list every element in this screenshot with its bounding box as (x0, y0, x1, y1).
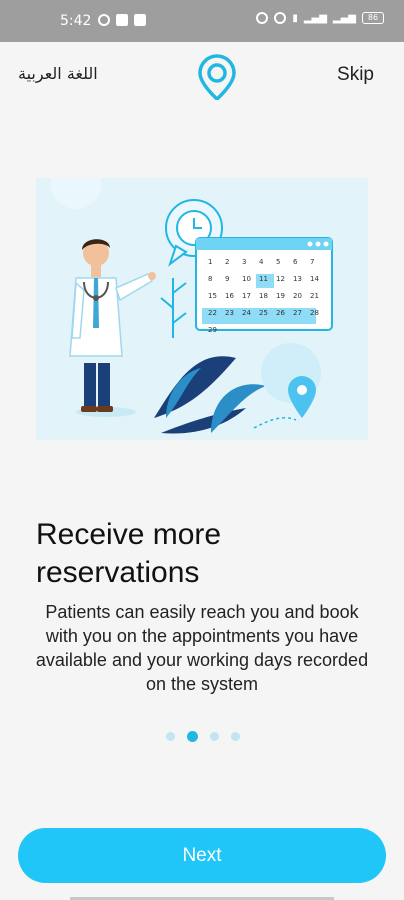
calendar-day: 19 (276, 292, 285, 300)
wifi-icon: ▂▄▆ (332, 12, 356, 24)
notification-icons (98, 14, 146, 26)
system-icons: ▮ ▂▄▆ ▂▄▆ 86 (256, 12, 384, 24)
calendar-day: 24 (242, 309, 251, 317)
next-button[interactable]: Next (18, 828, 386, 883)
calendar-day: 18 (259, 292, 268, 300)
calendar-day: 13 (293, 275, 302, 283)
calendar-day: 15 (208, 292, 217, 300)
whatsapp-icon (98, 14, 110, 26)
calendar-day: 11 (259, 275, 268, 283)
calendar-day: 2 (225, 258, 229, 266)
calendar-day: 1 (208, 258, 212, 266)
calendar-day: 23 (225, 309, 234, 317)
calendar-day: 4 (259, 258, 264, 266)
calendar-day: 16 (225, 292, 234, 300)
calendar-day: 10 (242, 275, 251, 283)
calendar-day: 21 (310, 292, 319, 300)
calendar-day: 6 (293, 258, 298, 266)
status-bar: 5:42 ▮ ▂▄▆ ▂▄▆ 86 (0, 0, 404, 42)
calendar-icon: 1 2 3 4 5 6 78 9 10 11 12 13 1415 16 17 18 19 20 2122 23 24 2… (195, 237, 333, 334)
doctor-calendar-illustration: 1 2 3 4 5 6 78 9 10 11 12 13 1415 16 17 18 19 20 2122 23 24 2… (36, 178, 368, 440)
page-dot (231, 732, 240, 741)
page-dot (210, 732, 219, 741)
calendar-day: 26 (276, 309, 285, 317)
onboarding-description: Patients can easily reach you and book w… (35, 602, 369, 694)
alarm-icon (274, 12, 287, 24)
calendar-day: 29 (208, 326, 217, 334)
location-logo-icon (198, 54, 236, 100)
status-time: 5:42 (60, 13, 92, 29)
battery-icon: 86 (362, 12, 384, 24)
vibrate-icon (256, 12, 269, 24)
calendar-day: 12 (276, 275, 285, 283)
calendar-day: 5 (276, 258, 280, 266)
data-speed-icon: ▮ (292, 12, 298, 24)
calendar-day: 20 (293, 292, 302, 300)
linkedin-icon (134, 14, 146, 26)
calendar-day: 17 (242, 292, 251, 300)
language-switch[interactable]: اللغة العربية (18, 64, 98, 83)
cloud-icon (116, 14, 128, 26)
calendar-day: 7 (310, 258, 314, 266)
signal-icon: ▂▄▆ (303, 12, 327, 24)
calendar-day: 25 (259, 309, 268, 317)
page-dot (187, 731, 198, 742)
page-indicator (166, 731, 240, 742)
calendar-day: 27 (293, 309, 302, 317)
calendar-day: 14 (310, 275, 319, 283)
calendar-day: 8 (208, 275, 212, 283)
onboarding-title: Receive more reservations (36, 518, 222, 589)
calendar-day: 28 (310, 309, 319, 317)
calendar-day: 3 (242, 258, 246, 266)
calendar-day: 9 (225, 275, 229, 283)
page-dot (166, 732, 175, 741)
skip-button[interactable]: Skip (337, 64, 374, 86)
calendar-day: 22 (208, 309, 217, 317)
